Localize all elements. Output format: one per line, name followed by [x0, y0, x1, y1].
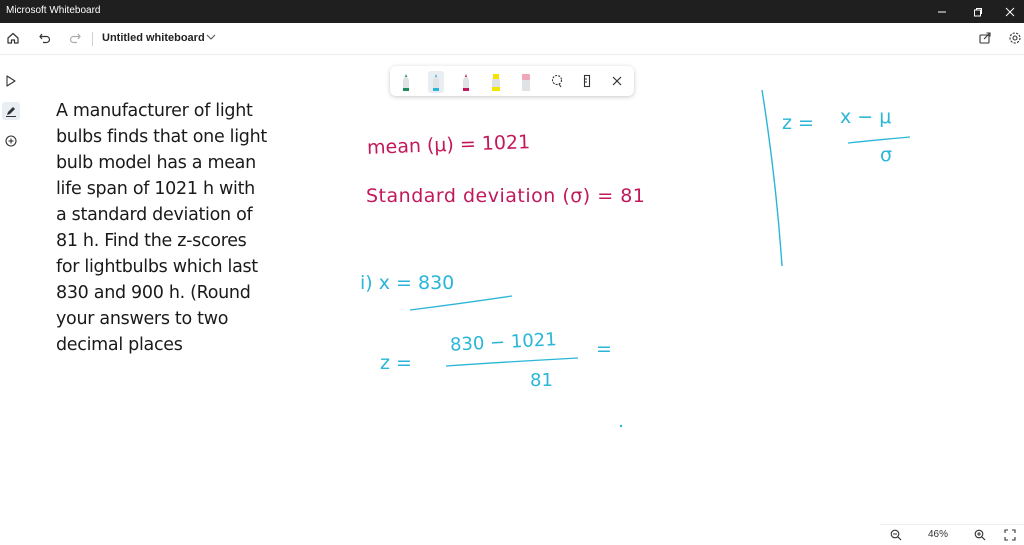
ink-fraction-bar [445, 357, 579, 367]
ink-z-equals: = [596, 338, 612, 360]
zoom-in-icon [974, 529, 986, 541]
problem-text: A manufacturer of light bulbs finds that … [56, 98, 316, 358]
app-toolbar: Untitled whiteboard [0, 23, 1024, 55]
pen-green[interactable] [398, 71, 414, 93]
minimize-icon [938, 11, 946, 12]
highlighter-yellow[interactable] [488, 71, 504, 93]
pen-red[interactable] [458, 71, 474, 93]
zoom-level: 46% [928, 529, 949, 540]
window-title: Microsoft Whiteboard [6, 5, 101, 16]
ink-formula-denominator: σ [880, 144, 893, 166]
ink-standard-deviation: Standard deviation (σ) = 81 [366, 185, 646, 207]
ink-z-numerator: 830 − 1021 [449, 329, 558, 356]
restore-button[interactable] [960, 0, 996, 23]
problem-line: your answers to two [56, 309, 229, 329]
select-tool[interactable] [2, 72, 20, 90]
problem-line: 81 h. Find the z-scores [56, 231, 247, 251]
ruler-button[interactable] [578, 72, 596, 90]
ink-z-lhs: z = [380, 352, 412, 374]
fit-screen-icon [1004, 529, 1016, 541]
ruler-icon [583, 74, 591, 88]
problem-line: decimal places [56, 335, 183, 355]
redo-icon [69, 33, 81, 44]
problem-line: life span of 1021 h with [56, 179, 255, 199]
toolbar-divider [92, 32, 93, 46]
redo-button[interactable] [64, 27, 86, 49]
add-button[interactable] [2, 132, 20, 150]
undo-icon [39, 33, 51, 44]
close-icon [612, 76, 622, 86]
ink-mean: mean (μ) = 1021 [366, 131, 531, 159]
problem-line: 830 and 900 h. (Round [56, 283, 251, 303]
ink-formula-numerator: x − μ [840, 106, 892, 128]
plus-circle-icon [5, 135, 17, 147]
inking-tool[interactable] [2, 102, 20, 120]
ink-formula-lhs: z = [782, 112, 814, 134]
pen-icon [6, 107, 16, 117]
close-tray-button[interactable] [608, 72, 626, 90]
pen-tray [390, 66, 634, 96]
problem-line: for lightbulbs which last [56, 257, 258, 277]
fit-to-screen-button[interactable] [1002, 527, 1018, 543]
share-button[interactable] [974, 27, 996, 49]
eraser-tool[interactable] [518, 71, 534, 93]
lasso-button[interactable] [548, 72, 566, 90]
board-name[interactable]: Untitled whiteboard [102, 32, 205, 44]
ink-dot [619, 424, 623, 428]
minimize-button[interactable] [924, 0, 960, 23]
chevron-down-icon[interactable] [206, 33, 216, 41]
settings-button[interactable] [1004, 27, 1024, 49]
zoom-in-button[interactable] [972, 527, 988, 543]
share-icon [979, 32, 991, 44]
ink-z-denominator: 81 [530, 370, 553, 391]
lasso-icon [551, 74, 563, 88]
home-icon [7, 32, 19, 44]
title-bar: Microsoft Whiteboard [0, 0, 1024, 23]
gear-icon [1009, 32, 1021, 44]
restore-icon [974, 7, 982, 16]
problem-line: bulb model has a mean [56, 153, 256, 173]
pointer-icon [6, 75, 16, 87]
problem-line: bulbs finds that one light [56, 127, 267, 147]
undo-button[interactable] [34, 27, 56, 49]
problem-line: A manufacturer of light [56, 101, 253, 121]
problem-line: a standard deviation of [56, 205, 253, 225]
zoom-out-button[interactable] [888, 527, 904, 543]
zoom-out-icon [890, 529, 902, 541]
close-icon [1005, 7, 1015, 16]
close-window-button[interactable] [992, 0, 1024, 23]
zoom-bar: 46% [880, 524, 1024, 545]
home-button[interactable] [2, 27, 24, 49]
ink-underline [409, 295, 513, 311]
pen-cyan[interactable] [428, 71, 444, 93]
